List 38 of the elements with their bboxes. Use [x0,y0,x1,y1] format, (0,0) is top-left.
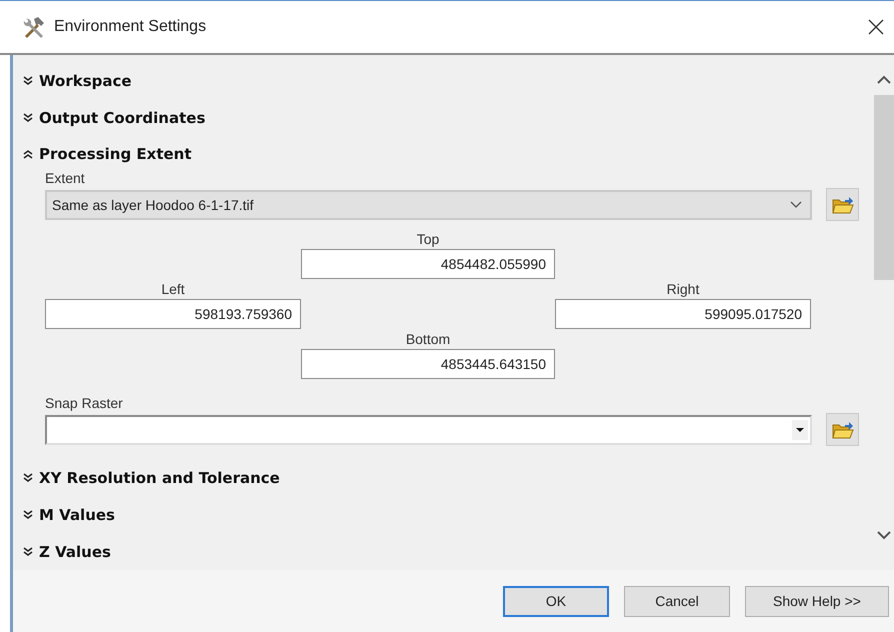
window-title: Environment Settings [54,18,208,36]
section-header[interactable]: M Values [23,496,115,534]
section-header[interactable]: XY Resolution and Tolerance [23,460,280,497]
dialog-button[interactable]: Cancel [624,586,730,616]
left-field[interactable]: 598193.759360 [45,299,301,330]
field-label: Snap Raster [45,394,124,414]
close-icon[interactable] [868,19,884,35]
section-header[interactable]: Output Coordinates [23,100,206,136]
expand-icon [23,510,33,520]
folder-icon [832,420,854,440]
section-header[interactable]: Processing Extent [23,140,192,168]
chevron-down-icon[interactable] [876,530,892,540]
expand-icon [23,473,33,484]
coordinate-label: Bottom [404,330,452,350]
expand-icon [23,546,33,557]
coordinate-label: Top [416,230,440,250]
chevron-down-icon [790,200,802,209]
snap-raster-dropdown[interactable] [45,414,812,445]
coordinate-label: Right [666,280,700,300]
tools-icon [22,16,46,38]
section-header[interactable]: Z Values [23,533,111,570]
extent-dropdown[interactable]: Same as layer Hoodoo 6-1-17.tif [45,190,812,220]
expand-icon [23,76,33,86]
folder-icon [832,194,854,215]
bottom-field[interactable]: 4853445.643150 [301,349,555,380]
section-header[interactable]: Workspace [23,63,132,100]
browse-button[interactable] [826,413,859,446]
collapse-icon [23,149,33,160]
top-field[interactable]: 4854482.055990 [301,249,555,280]
right-field[interactable]: 599095.017520 [555,299,811,330]
expand-icon [23,112,33,123]
dialog-button[interactable]: OK [503,586,609,616]
browse-button[interactable] [826,188,859,222]
scrollbar-thumb[interactable] [874,95,894,280]
field-label: Extent [45,169,86,188]
dialog-button[interactable]: Show Help >> [745,586,889,616]
chevron-up-icon[interactable] [876,75,892,85]
coordinate-label: Left [160,280,186,300]
